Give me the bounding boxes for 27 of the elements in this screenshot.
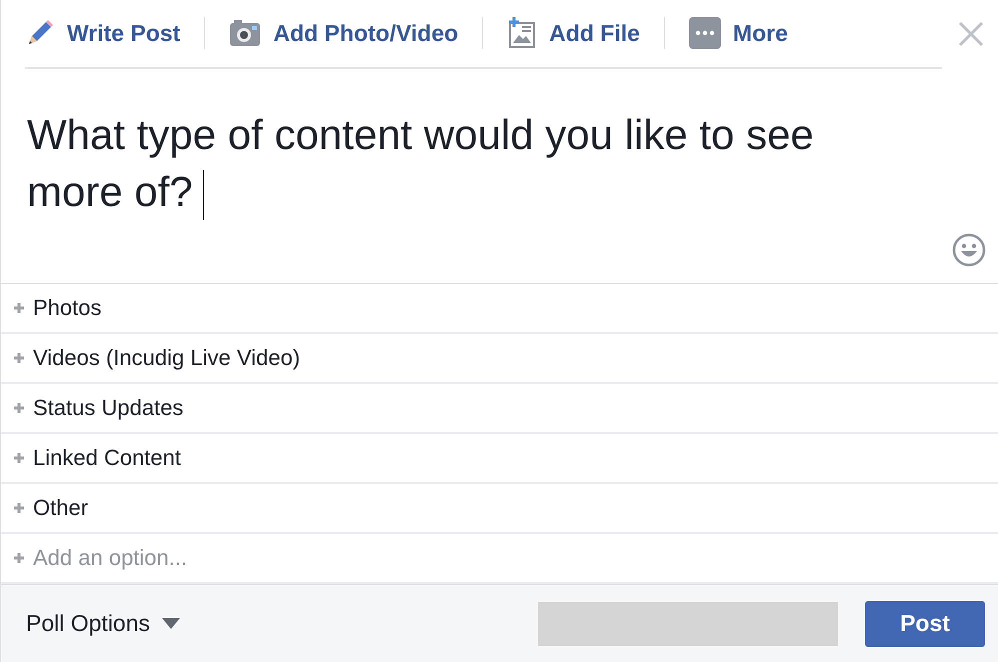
caret-icon (162, 618, 180, 629)
file-image-icon (507, 17, 538, 49)
plus-icon (13, 302, 25, 314)
smiley-icon[interactable] (952, 233, 986, 267)
toolbar-tab[interactable]: Add Photo/Video (229, 18, 458, 48)
close-icon (956, 19, 986, 49)
poll-option: Linked Content (33, 445, 181, 471)
plus-icon (13, 402, 25, 414)
add-option-field[interactable]: Add an option... (33, 545, 433, 571)
more-icon (688, 17, 721, 49)
post-text[interactable]: What type of content would you like to see more of? (27, 106, 847, 220)
poll-options-dropdown[interactable]: Poll Options (26, 610, 180, 637)
plus-icon (13, 452, 25, 464)
close-button[interactable] (956, 19, 986, 49)
toolbar-tab[interactable]: Add File (507, 17, 640, 49)
poll-option: Videos (Incudig Live Video) (33, 345, 300, 371)
poll-option: Photos (33, 295, 102, 321)
plus-icon (13, 552, 25, 564)
toolbar-tab[interactable]: Write Post (25, 18, 180, 48)
toolbar-tab[interactable]: More (688, 17, 788, 49)
text-cursor (202, 170, 204, 220)
plus-icon (13, 352, 25, 364)
camera-icon (229, 18, 262, 48)
post-button[interactable]: Post (865, 600, 985, 646)
poll-option: Other (33, 495, 88, 521)
poll-option: Status Updates (33, 395, 184, 421)
plus-icon (13, 502, 25, 514)
